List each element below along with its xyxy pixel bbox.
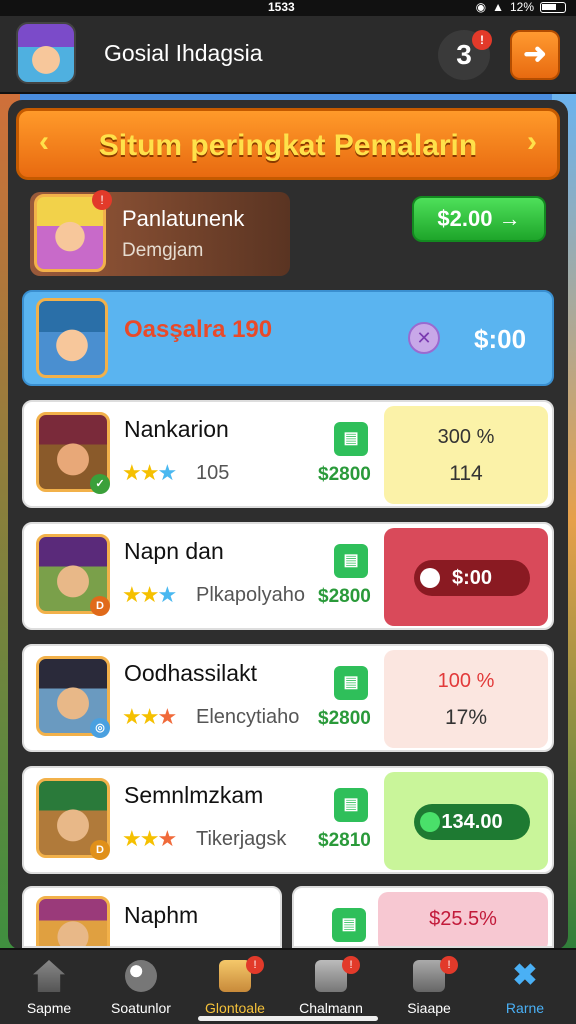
- player-notification-dot: !: [92, 190, 112, 210]
- gem-icon: [420, 812, 440, 832]
- amount-pill[interactable]: $:00: [414, 560, 530, 596]
- nav-notification-dot: !: [440, 956, 458, 974]
- nav-label: Chalmann: [299, 1000, 363, 1016]
- stars-icon: ★★★: [122, 460, 177, 485]
- battery-percent: 12%: [509, 0, 534, 14]
- reward-button[interactable]: $2.00 →: [412, 196, 546, 242]
- rank-name: Nankarion: [124, 416, 229, 442]
- status-bar: 1533 ◉ ▲ 12%: [0, 0, 576, 16]
- rank-badge-icon: D: [90, 596, 110, 616]
- signal-icon: ▲: [492, 0, 504, 14]
- nav-game[interactable]: ✖ Rarne: [480, 956, 570, 1020]
- cash-value: $2810: [318, 830, 371, 851]
- gem-icon: ✕: [408, 322, 440, 354]
- wifi-icon: ◉: [475, 0, 487, 14]
- nav-shop[interactable]: ! Siaape: [384, 956, 474, 1020]
- nav-challenge[interactable]: ! Chalmann: [286, 956, 376, 1020]
- stars-icon: ★★★: [122, 582, 177, 607]
- header-title: Gosial Ihdagsia: [104, 40, 263, 66]
- stars-icon: ★★★: [122, 826, 177, 851]
- current-player-card[interactable]: Panlatunenk Demgjam: [30, 192, 290, 276]
- rank-subtitle: Plkapolyaho: [196, 584, 305, 606]
- home-indicator: [198, 1016, 378, 1021]
- rank-subtitle: Elencytiaho: [196, 706, 300, 728]
- home-icon: [33, 960, 65, 992]
- notification-dot: !: [472, 30, 492, 50]
- cash-value: $2800: [318, 708, 371, 729]
- nav-notification-dot: !: [246, 956, 264, 974]
- cash-icon: ▤: [332, 908, 366, 942]
- stars-icon: ★★★: [122, 704, 177, 729]
- score-panel: 100 % 17%: [384, 650, 548, 748]
- nav-label: Rarne: [505, 1000, 545, 1016]
- rank-badge-icon: ✓: [90, 474, 110, 494]
- player-name: Panlatunenk: [122, 206, 245, 231]
- banner-title: Situm peringkat Pemalarin: [98, 129, 478, 162]
- nav-leaderboard[interactable]: ! Glontoale: [190, 956, 280, 1020]
- profile-avatar[interactable]: [16, 22, 76, 84]
- nav-label: Glontoale: [205, 1000, 265, 1016]
- rank-badge-icon: ◎: [90, 718, 110, 738]
- nav-stats[interactable]: Soatunlor: [96, 956, 186, 1020]
- highlighted-rank-row[interactable]: Oasşalra 190 ✕ $:00: [22, 290, 554, 386]
- chevron-right-icon[interactable]: ›: [527, 125, 537, 159]
- rank-row-2[interactable]: D Napn dan ★★★ Plkapolyaho ▤ $2800 $:00: [22, 522, 554, 630]
- bottom-navigation: Sapme Soatunlor ! Glontoale ! Chalmann !…: [0, 948, 576, 1024]
- forward-arrow-button[interactable]: ➜: [510, 30, 560, 80]
- nav-home[interactable]: Sapme: [4, 956, 94, 1020]
- top-header: Gosial Ihdagsia 3 ! ➜: [0, 16, 576, 94]
- ball-icon: [125, 960, 157, 992]
- cash-icon: ▤: [334, 666, 368, 700]
- cash-icon: ▤: [334, 544, 368, 578]
- score-percent: 100 %: [437, 670, 495, 692]
- rank-row-5[interactable]: Naphm: [22, 886, 282, 948]
- player-subtitle: Demgjam: [122, 240, 204, 261]
- cash-icon: ▤: [334, 788, 368, 822]
- score-value: 17%: [444, 706, 488, 729]
- rank-avatar: [36, 896, 110, 946]
- nav-label: Sapme: [26, 1000, 72, 1016]
- cash-icon: ▤: [334, 422, 368, 456]
- rank-row-5-panel: ▤ $25.5%: [292, 886, 554, 948]
- rank-row-1[interactable]: ✓ Nankarion ★★★ 105 ▤ $2800 300 % 114: [22, 400, 554, 508]
- pill-amount: 134.00: [441, 811, 503, 833]
- score-panel: 134.00: [384, 772, 548, 870]
- amount-pill[interactable]: 134.00: [414, 804, 530, 840]
- score-panel: $:00: [384, 528, 548, 626]
- score-percent: $25.5%: [429, 908, 497, 930]
- rank-subtitle: 105: [196, 462, 230, 484]
- cash-value: $2800: [318, 464, 371, 485]
- rank-row-3[interactable]: ◎ Oodhassilakt ★★★ Elencytiaho ▤ $2800 1…: [22, 644, 554, 752]
- score-percent: 300 %: [437, 426, 495, 448]
- nav-label: Soatunlor: [111, 1000, 171, 1016]
- nav-label: Siaape: [407, 1000, 451, 1016]
- rank-row-4[interactable]: D Semnlmzkam ★★★ Tikerjagsk ▤ $2810 134.…: [22, 766, 554, 874]
- score-panel: $25.5%: [378, 892, 548, 946]
- rank-subtitle: Tikerjagsk: [196, 828, 287, 850]
- highlight-avatar: [36, 298, 108, 378]
- rank-name: Naphm: [124, 902, 199, 928]
- arrow-right-icon: ➜: [523, 38, 547, 69]
- status-time: 1533: [268, 0, 295, 14]
- coin-icon: [420, 568, 440, 588]
- status-icons: ◉ ▲ 12%: [476, 0, 566, 14]
- rank-badge-icon: D: [90, 840, 110, 860]
- rank-name: Semnlmzkam: [124, 782, 264, 808]
- leaderboard-banner: ‹ Situm peringkat Pemalarin ›: [16, 108, 560, 180]
- cash-value: $2800: [318, 586, 371, 607]
- rank-name: Oodhassilakt: [124, 660, 257, 686]
- highlight-name: Oasşalra 190: [124, 316, 273, 343]
- battery-icon: [540, 1, 566, 13]
- pill-amount: $:00: [451, 567, 493, 589]
- highlight-amount: $:00: [474, 324, 527, 354]
- nav-notification-dot: !: [342, 956, 360, 974]
- score-panel: 300 % 114: [384, 406, 548, 504]
- cross-icon: ✖: [512, 959, 538, 992]
- rank-name: Napn dan: [124, 538, 224, 564]
- score-value: 114: [449, 462, 483, 485]
